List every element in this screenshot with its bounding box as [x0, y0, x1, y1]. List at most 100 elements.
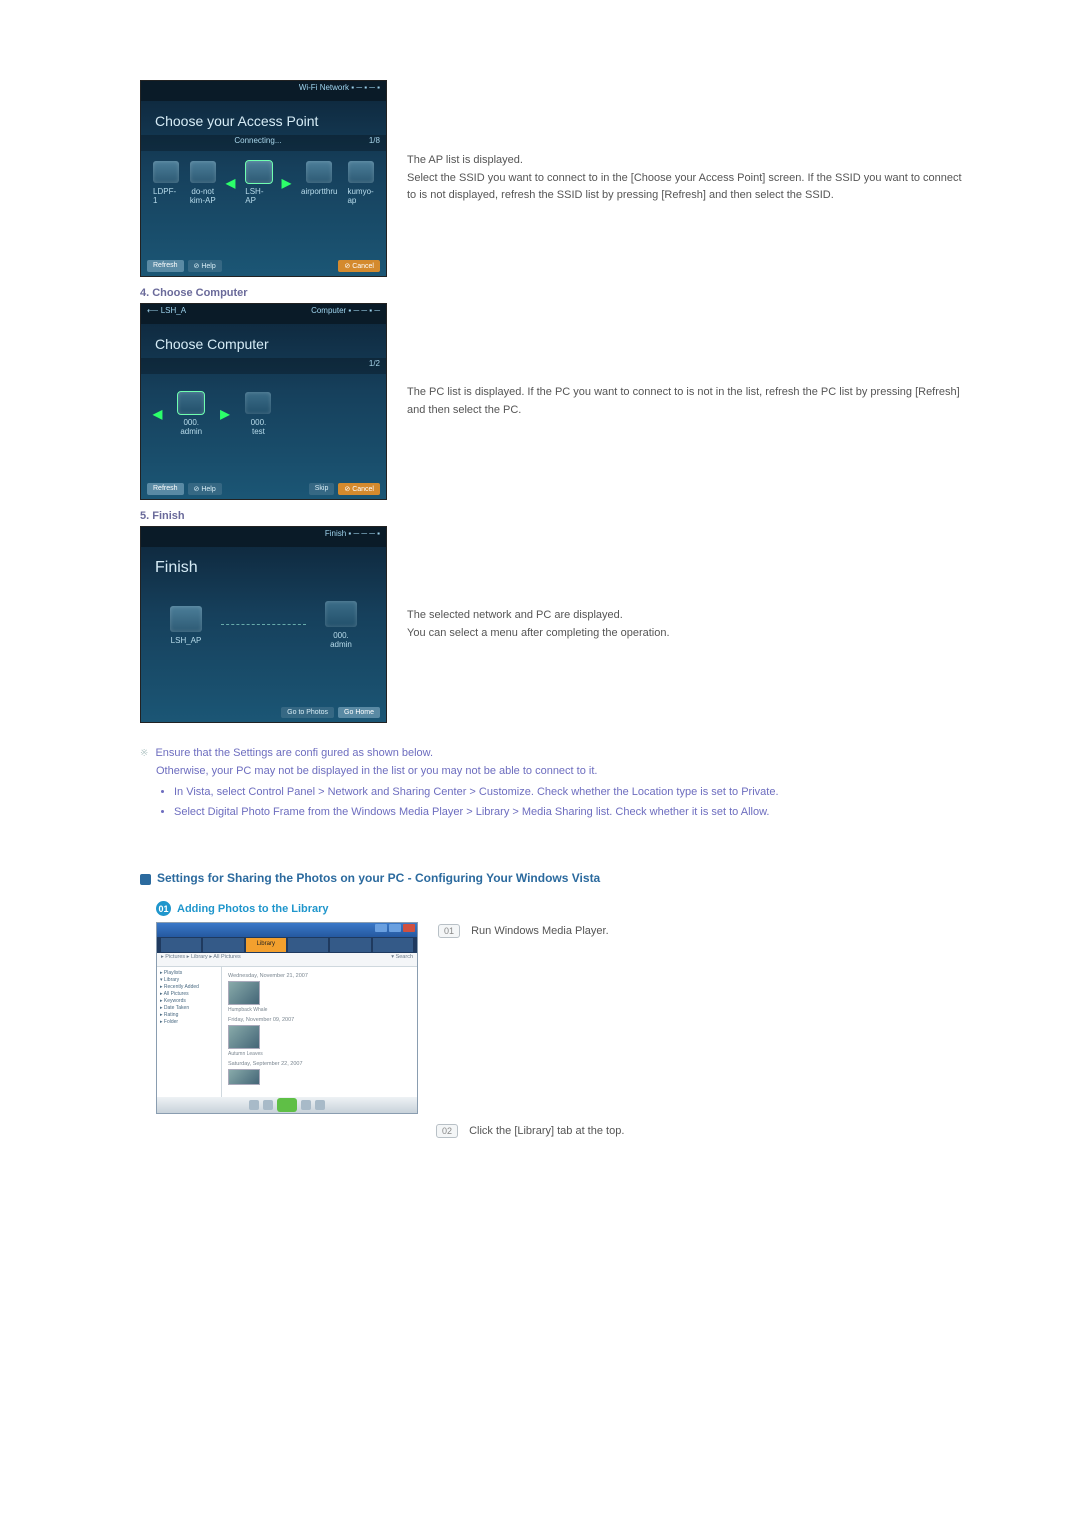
note-heading: ※ Ensure that the Settings are confi gur…	[140, 745, 970, 763]
step-text: Click the [Library] tab at the top.	[469, 1125, 624, 1137]
pc-label: 000. admin	[180, 418, 202, 436]
finish-body: LSH_AP 000. admin	[141, 583, 386, 659]
wifi-icon	[306, 161, 332, 183]
ap-item[interactable]: kumyo-ap	[347, 161, 374, 205]
screenshot-finish: Finish ▪ ─ ─ ─ ▪ Finish LSH_AP 000. admi…	[140, 526, 387, 723]
ap-label: LSH-AP	[245, 187, 272, 205]
step-number-badge: 02	[436, 1124, 458, 1138]
note-bullet-1: In Vista, select Control Panel > Network…	[174, 784, 970, 802]
ap-body: LDPF-1 do-not kim-AP ◀ LSH-AP ▶ airportt…	[141, 151, 386, 215]
pc-item-selected[interactable]: 000. admin	[172, 392, 210, 436]
wmp-tab[interactable]	[373, 938, 413, 952]
step5-heading: 5. Finish	[140, 510, 970, 522]
tree-item[interactable]: ▸ Rating	[160, 1012, 218, 1019]
pc-topbar: ⟵ LSH_A Computer ▪ ─ ─ ▪ ─	[141, 304, 386, 324]
arrow-left-icon[interactable]: ◀	[153, 407, 162, 421]
finish-ap-label: LSH_AP	[171, 636, 202, 645]
ap-item[interactable]: LDPF-1	[153, 161, 180, 205]
step4-desc: The PC list is displayed. If the PC you …	[407, 384, 970, 419]
note-block: ※ Ensure that the Settings are confi gur…	[140, 745, 970, 821]
vol-icon[interactable]	[315, 1100, 325, 1110]
tree-item[interactable]: ▸ Keywords	[160, 998, 218, 1005]
tree-item[interactable]: ▸ Playlists	[160, 970, 218, 977]
arrow-right-icon[interactable]: ▶	[282, 176, 291, 190]
close-icon[interactable]	[403, 924, 415, 932]
pc-topbar-left[interactable]: ⟵ LSH_A	[147, 306, 186, 322]
pc-bottombar: Refresh ⊘ Help Skip ⊘ Cancel	[147, 483, 380, 495]
pc-item[interactable]: 000. test	[239, 392, 277, 436]
go-home-button[interactable]: Go Home	[338, 707, 380, 718]
date-header: Saturday, September 22, 2007	[228, 1061, 411, 1067]
tree-item[interactable]: ▾ Library	[160, 977, 218, 984]
play-icon[interactable]	[277, 1098, 297, 1112]
ap-item[interactable]: airportthru	[301, 161, 337, 196]
subsection-title: Adding Photos to the Library	[177, 903, 329, 915]
photo-thumb[interactable]	[228, 1025, 260, 1049]
go-to-photos-button[interactable]: Go to Photos	[281, 707, 334, 718]
pc-icon	[325, 601, 357, 627]
wmp-tab[interactable]	[161, 938, 201, 952]
refresh-button[interactable]: Refresh	[147, 260, 184, 272]
ap-item[interactable]: do-not kim-AP	[190, 161, 217, 205]
pc-page-indicator: 1/2	[369, 359, 380, 373]
help-button[interactable]: ⊘ Help	[188, 260, 222, 272]
wmp-content: Wednesday, November 21, 2007 Humpback Wh…	[222, 967, 417, 1103]
step-number-badge: 01	[438, 924, 460, 938]
wmp-tabs: Library	[157, 937, 417, 953]
step3-row: Wi-Fi Network ▪ ─ ▪ ─ ▪ Choose your Acce…	[140, 80, 970, 277]
tree-item[interactable]: ▸ Recently Added	[160, 984, 218, 991]
photo-thumb[interactable]	[228, 1069, 260, 1085]
arrow-right-icon[interactable]: ▶	[220, 407, 229, 421]
ap-label: kumyo-ap	[347, 187, 374, 205]
ap-window-title: Choose your Access Point	[141, 101, 386, 135]
wmp-step-01: 01 Run Windows Media Player.	[438, 924, 970, 938]
wmp-steps: 01 Run Windows Media Player.	[438, 922, 970, 946]
ap-bottombar: Refresh ⊘ Help ⊘ Cancel	[147, 260, 380, 272]
wmp-search[interactable]: ▾ Search	[391, 954, 413, 965]
tree-item[interactable]: ▸ All Pictures	[160, 991, 218, 998]
connection-line	[221, 624, 306, 626]
wmp-row: Library ▸ Pictures ▸ Library ▸ All Pictu…	[156, 922, 970, 1114]
pc-body: ◀ 000. admin ▶ 000. test	[141, 374, 386, 446]
pc-icon	[245, 392, 271, 414]
tree-item[interactable]: ▸ Date Taken	[160, 1005, 218, 1012]
ap-topbar: Wi-Fi Network ▪ ─ ▪ ─ ▪	[141, 81, 386, 101]
note-list: In Vista, select Control Panel > Network…	[174, 784, 970, 821]
step3-desc: The AP list is displayed. Select the SSI…	[407, 152, 970, 205]
note-bullet-2: Select Digital Photo Frame from the Wind…	[174, 804, 970, 822]
tree-item[interactable]: ▸ Folder	[160, 1019, 218, 1026]
cancel-button[interactable]: ⊘ Cancel	[338, 260, 380, 272]
help-button[interactable]: ⊘ Help	[188, 483, 222, 495]
minimize-icon[interactable]	[375, 924, 387, 932]
date-header: Friday, November 09, 2007	[228, 1017, 411, 1023]
ap-label: do-not kim-AP	[190, 187, 216, 205]
wmp-tab[interactable]	[330, 938, 370, 952]
stop-icon[interactable]	[263, 1100, 273, 1110]
wifi-icon	[190, 161, 216, 183]
finish-bottombar: Go to Photos Go Home	[147, 707, 380, 718]
wmp-player-controls	[157, 1097, 417, 1113]
cancel-button[interactable]: ⊘ Cancel	[338, 483, 380, 495]
prev-icon[interactable]	[249, 1100, 259, 1110]
page-container: Wi-Fi Network ▪ ─ ▪ ─ ▪ Choose your Acce…	[0, 0, 1080, 1206]
refresh-button[interactable]: Refresh	[147, 483, 184, 495]
pc-subbar: 1/2	[141, 358, 386, 374]
next-icon[interactable]	[301, 1100, 311, 1110]
wmp-tab[interactable]	[288, 938, 328, 952]
skip-button[interactable]: Skip	[309, 483, 335, 495]
arrow-left-icon[interactable]: ◀	[226, 176, 235, 190]
wmp-step-02: 02 Click the [Library] tab at the top.	[436, 1124, 970, 1138]
wmp-tab[interactable]	[203, 938, 243, 952]
photo-thumb[interactable]	[228, 981, 260, 1005]
wmp-tree[interactable]: ▸ Playlists ▾ Library ▸ Recently Added ▸…	[157, 967, 222, 1103]
wmp-breadcrumb[interactable]: ▸ Pictures ▸ Library ▸ All Pictures	[161, 954, 241, 965]
wifi-icon	[153, 161, 179, 183]
subsection-heading: 01 Adding Photos to the Library	[156, 901, 970, 916]
step4-row: ⟵ LSH_A Computer ▪ ─ ─ ▪ ─ Choose Comput…	[140, 303, 970, 500]
maximize-icon[interactable]	[389, 924, 401, 932]
wmp-tab-library[interactable]: Library	[246, 938, 286, 952]
wifi-icon	[348, 161, 374, 183]
photo-caption: Humpback Whale	[228, 1007, 411, 1013]
ap-item-selected[interactable]: LSH-AP	[245, 161, 272, 205]
finish-topbar-right: Finish ▪ ─ ─ ─ ▪	[325, 529, 380, 538]
